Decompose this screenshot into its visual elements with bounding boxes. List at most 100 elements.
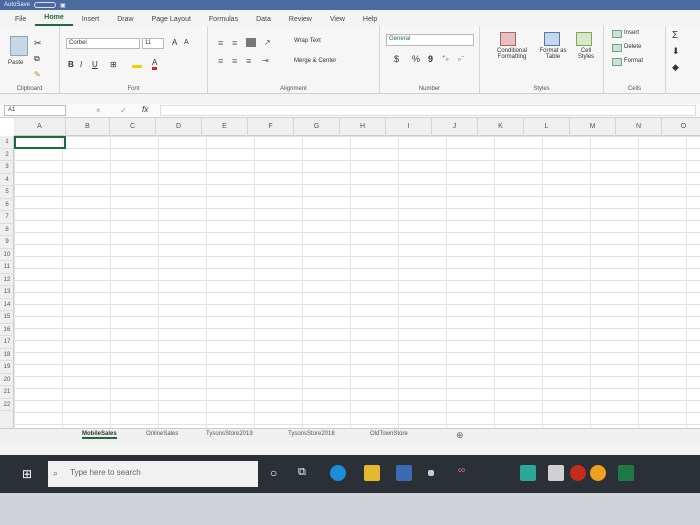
tab-home[interactable]: Home	[35, 14, 73, 26]
powerpoint-icon[interactable]	[570, 465, 586, 481]
align-center-icon[interactable]: ≡	[232, 56, 237, 66]
column-header-f[interactable]: F	[248, 118, 294, 136]
row-header-4[interactable]: 4	[0, 174, 14, 186]
row-header-13[interactable]: 13	[0, 286, 14, 299]
row-header-3[interactable]: 3	[0, 161, 14, 174]
excel-icon[interactable]	[618, 465, 634, 481]
comma-button[interactable]: 9	[428, 54, 433, 64]
row-header-14[interactable]: 14	[0, 299, 14, 311]
clear-icon[interactable]: ◆	[672, 62, 679, 73]
format-as-table-icon[interactable]	[544, 32, 560, 46]
wrap-text-button[interactable]: Wrap Text	[294, 38, 321, 44]
font-name-select[interactable]: Corbel	[66, 38, 140, 49]
cell-area[interactable]	[14, 136, 700, 428]
column-header-o[interactable]: O	[662, 118, 700, 136]
sheet-tab-tysonsstore2018[interactable]: TysonsStore2018	[288, 431, 335, 437]
sheet-tab-oldtownstore[interactable]: OldTownStore	[370, 431, 408, 437]
tab-page-layout[interactable]: Page Layout	[143, 16, 200, 26]
store-icon[interactable]	[396, 465, 412, 481]
insert-cells-icon[interactable]	[612, 30, 622, 38]
row-header-19[interactable]: 19	[0, 361, 14, 374]
align-right-icon[interactable]: ≡	[246, 56, 251, 66]
app-teal-icon[interactable]	[520, 465, 536, 481]
row-header-8[interactable]: 8	[0, 224, 14, 236]
row-header-7[interactable]: 7	[0, 211, 14, 224]
tab-draw[interactable]: Draw	[108, 16, 142, 26]
column-header-g[interactable]: G	[294, 118, 340, 136]
edge-icon[interactable]	[330, 465, 346, 481]
column-header-c[interactable]: C	[110, 118, 156, 136]
tab-review[interactable]: Review	[280, 16, 321, 26]
cut-icon[interactable]: ✂	[34, 38, 42, 49]
insert-function-button[interactable]: fx	[142, 105, 148, 114]
tab-formulas[interactable]: Formulas	[200, 16, 247, 26]
borders-icon[interactable]: ⊞	[110, 60, 117, 69]
row-header-16[interactable]: 16	[0, 324, 14, 336]
row-header-12[interactable]: 12	[0, 274, 14, 286]
number-format-select[interactable]: General	[386, 34, 474, 46]
format-cells-icon[interactable]	[612, 58, 622, 66]
increase-decimal-icon[interactable]: ⁺₀	[442, 54, 449, 62]
row-header-15[interactable]: 15	[0, 311, 14, 324]
windows-start-icon[interactable]: ⊞	[22, 467, 32, 481]
formula-input[interactable]	[160, 105, 696, 116]
row-header-17[interactable]: 17	[0, 336, 14, 349]
name-box[interactable]: A1	[4, 105, 66, 116]
paste-icon[interactable]	[10, 36, 28, 56]
font-size-select[interactable]: 11	[142, 38, 164, 49]
row-header-6[interactable]: 6	[0, 199, 14, 211]
tab-insert[interactable]: Insert	[73, 16, 109, 26]
cell-styles-icon[interactable]	[576, 32, 592, 46]
row-header-21[interactable]: 21	[0, 386, 14, 399]
merge-center-button[interactable]: Merge & Center	[294, 58, 336, 64]
app-icon[interactable]	[428, 470, 434, 476]
format-button[interactable]: Format	[624, 58, 643, 64]
fill-icon[interactable]: ⬇	[672, 46, 680, 57]
percent-button[interactable]: %	[412, 54, 420, 64]
autosum-icon[interactable]: Σ	[672, 30, 678, 41]
tab-file[interactable]: File	[6, 16, 35, 26]
align-left-icon[interactable]: ≡	[218, 56, 223, 66]
shrink-font-button[interactable]: A	[184, 39, 189, 46]
format-painter-icon[interactable]: ✎	[34, 70, 41, 79]
row-header-5[interactable]: 5	[0, 186, 14, 199]
save-icon[interactable]: ▣	[60, 2, 66, 9]
tab-view[interactable]: View	[321, 16, 354, 26]
align-middle-icon[interactable]: ≡	[232, 38, 237, 48]
copy-icon[interactable]: ⧉	[34, 54, 40, 64]
mail-icon[interactable]	[548, 465, 564, 481]
grow-font-button[interactable]: A	[172, 38, 177, 47]
task-view-icon[interactable]: ⧉	[298, 466, 306, 479]
row-header-22[interactable]: 22	[0, 399, 14, 411]
decrease-decimal-icon[interactable]: ₀⁻	[458, 54, 465, 62]
align-top-icon[interactable]: ≡	[218, 38, 223, 48]
underline-button[interactable]: U	[92, 60, 98, 69]
italic-button[interactable]: I	[80, 60, 82, 69]
sheet-tab-onlinesales[interactable]: OnlineSales	[146, 431, 178, 437]
sheet-tab-tysonsstore2019[interactable]: TysonsStore2019	[206, 431, 253, 437]
autosave-toggle[interactable]	[34, 2, 57, 8]
column-header-a[interactable]: A	[14, 118, 66, 136]
row-header-1[interactable]: 1	[0, 136, 14, 149]
add-sheet-icon[interactable]: ⊕	[456, 430, 464, 441]
sheet-tab-mobilesales[interactable]: MobileSales	[82, 431, 117, 439]
fill-color-icon[interactable]	[132, 60, 142, 68]
cancel-formula-button[interactable]: ×	[96, 106, 101, 115]
column-header-b[interactable]: B	[66, 118, 110, 136]
column-header-j[interactable]: J	[432, 118, 478, 136]
bold-button[interactable]: B	[68, 60, 74, 69]
file-explorer-icon[interactable]	[364, 465, 380, 481]
orientation-icon[interactable]: ↗	[264, 38, 271, 47]
enter-formula-button[interactable]: ✓	[120, 106, 127, 115]
row-header-11[interactable]: 11	[0, 261, 14, 274]
active-cell[interactable]	[14, 136, 66, 149]
conditional-formatting-icon[interactable]	[500, 32, 516, 46]
insert-button[interactable]: Insert	[624, 30, 639, 36]
currency-button[interactable]: $	[394, 54, 399, 64]
indent-icon[interactable]: ⇥	[262, 56, 269, 65]
column-header-l[interactable]: L	[524, 118, 570, 136]
cell-styles-button[interactable]: Cell Styles	[572, 48, 600, 60]
column-header-k[interactable]: K	[478, 118, 524, 136]
column-header-n[interactable]: N	[616, 118, 662, 136]
row-header-18[interactable]: 18	[0, 349, 14, 361]
